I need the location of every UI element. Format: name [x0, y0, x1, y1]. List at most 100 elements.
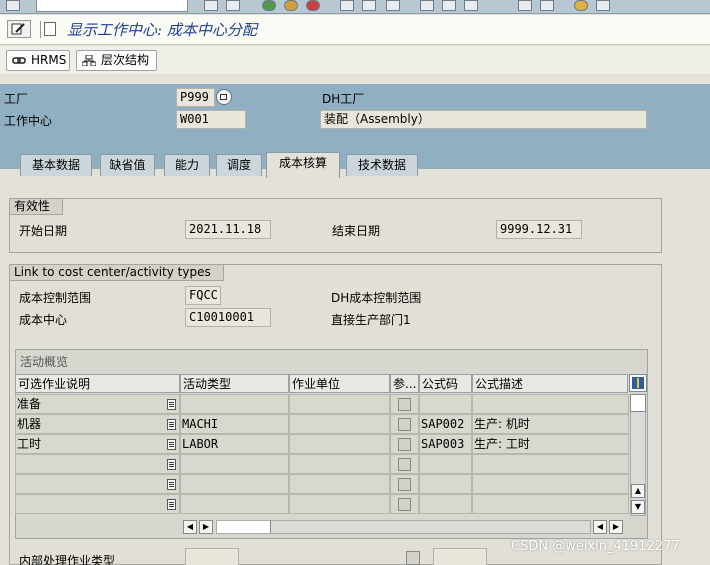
- plant-field[interactable]: P999: [176, 88, 215, 107]
- value-help-icon[interactable]: [167, 479, 176, 490]
- tab-technical-data[interactable]: 技术数据: [346, 154, 418, 176]
- save-icon[interactable]: [204, 0, 218, 11]
- layout-menu-icon[interactable]: [596, 0, 610, 11]
- exit-icon[interactable]: [284, 0, 298, 11]
- workcenter-field[interactable]: W001: [176, 110, 246, 129]
- cost-center-field[interactable]: C10010001: [185, 308, 271, 327]
- table-cell-formula-desc: 生产: 机时: [472, 414, 629, 434]
- tab-scheduling[interactable]: 调度: [216, 154, 262, 176]
- table-cell-activity-type[interactable]: MACHI: [180, 414, 289, 434]
- table-cell-unit[interactable]: [289, 434, 390, 454]
- table-cell-activity-type[interactable]: [180, 394, 289, 414]
- table-cell-unit[interactable]: [289, 474, 390, 494]
- prev-page-icon[interactable]: [420, 0, 434, 11]
- table-cell-activity-type[interactable]: [180, 454, 289, 474]
- start-date-field[interactable]: 2021.11.18: [185, 220, 271, 239]
- table-cell-reference[interactable]: [390, 414, 419, 434]
- column-header-activity-type[interactable]: 活动类型: [180, 374, 289, 393]
- reference-checkbox[interactable]: [398, 498, 411, 511]
- last-page-icon[interactable]: [464, 0, 478, 11]
- table-cell-reference[interactable]: [390, 474, 419, 494]
- table-cell-formula-key[interactable]: [419, 394, 472, 414]
- reference-checkbox[interactable]: [398, 418, 411, 431]
- internal-activity-type-field[interactable]: [185, 548, 239, 565]
- scroll-left-button-right[interactable]: ◀: [593, 520, 607, 534]
- first-page-icon[interactable]: [386, 0, 400, 11]
- table-cell-desc[interactable]: [15, 474, 180, 494]
- table-cell-desc[interactable]: 工时: [15, 434, 180, 454]
- value-help-icon[interactable]: [167, 419, 176, 430]
- cancel-icon[interactable]: [306, 0, 320, 11]
- hrms-button[interactable]: HRMS: [6, 50, 70, 71]
- table-cell-reference[interactable]: [390, 394, 419, 414]
- internal-activity-field-2[interactable]: [433, 548, 487, 565]
- table-settings-icon[interactable]: [629, 374, 647, 392]
- find-icon[interactable]: [340, 0, 354, 11]
- internal-activity-checkbox[interactable]: [406, 551, 420, 565]
- table-cell-activity-type[interactable]: [180, 494, 289, 514]
- print-icon[interactable]: [226, 0, 240, 11]
- table-cell-reference[interactable]: [390, 454, 419, 474]
- value-help-icon[interactable]: [167, 459, 176, 470]
- tab-label: 基本数据: [31, 158, 80, 172]
- new-session-icon[interactable]: [518, 0, 532, 11]
- table-cell-formula-key[interactable]: [419, 494, 472, 514]
- help-icon[interactable]: [574, 0, 588, 11]
- reference-checkbox[interactable]: [398, 398, 411, 411]
- link-icon: [12, 57, 26, 64]
- end-date-field[interactable]: 9999.12.31: [496, 220, 582, 239]
- table-cell-desc[interactable]: [15, 494, 180, 514]
- display-change-button[interactable]: [7, 20, 31, 38]
- table-cell-formula-key[interactable]: SAP002: [419, 414, 472, 434]
- column-header-formula-key[interactable]: 公式码: [419, 374, 472, 393]
- table-cell-activity-type[interactable]: [180, 474, 289, 494]
- column-header-reference[interactable]: 参...: [390, 374, 419, 393]
- find-next-icon[interactable]: [362, 0, 376, 11]
- value-help-icon[interactable]: [167, 499, 176, 510]
- controlling-area-field[interactable]: FQCC: [185, 286, 221, 305]
- table-cell-formula-desc: [472, 454, 629, 474]
- table-cell-desc[interactable]: 准备: [15, 394, 180, 414]
- tab-basic-data[interactable]: 基本数据: [20, 154, 92, 176]
- table-cell-formula-key[interactable]: SAP003: [419, 434, 472, 454]
- table-cell-formula-key[interactable]: [419, 474, 472, 494]
- table-cell-desc[interactable]: 机器: [15, 414, 180, 434]
- tab-capacity[interactable]: 能力: [164, 154, 210, 176]
- enter-icon[interactable]: [6, 0, 20, 11]
- scroll-left-button[interactable]: ◀: [183, 520, 197, 534]
- column-header-unit[interactable]: 作业单位: [289, 374, 390, 393]
- table-cell-unit[interactable]: [289, 494, 390, 514]
- table-cell-unit[interactable]: [289, 414, 390, 434]
- scroll-right-button[interactable]: ▶: [199, 520, 213, 534]
- table-cell-desc[interactable]: [15, 454, 180, 474]
- column-header-formula-desc[interactable]: 公式描述: [472, 374, 628, 393]
- reference-checkbox[interactable]: [398, 458, 411, 471]
- next-page-icon[interactable]: [442, 0, 456, 11]
- table-cell-reference[interactable]: [390, 494, 419, 514]
- plant-search-icon[interactable]: [216, 89, 232, 105]
- table-cell-unit[interactable]: [289, 394, 390, 414]
- column-header-activity-desc[interactable]: 可选作业说明: [15, 374, 180, 393]
- command-field[interactable]: [36, 0, 188, 12]
- back-icon[interactable]: [262, 0, 276, 11]
- horizontal-scrollbar[interactable]: [216, 520, 591, 534]
- value-help-icon[interactable]: [167, 439, 176, 450]
- reference-checkbox[interactable]: [398, 438, 411, 451]
- value-help-icon[interactable]: [167, 399, 176, 410]
- table-cell-unit[interactable]: [289, 454, 390, 474]
- tab-costing[interactable]: 成本核算: [266, 152, 340, 178]
- scroll-thumb-vertical[interactable]: [630, 394, 646, 412]
- title-separator: [40, 21, 42, 38]
- table-cell-reference[interactable]: [390, 434, 419, 454]
- table-cell-activity-type[interactable]: LABOR: [180, 434, 289, 454]
- scroll-thumb-horizontal[interactable]: [217, 521, 271, 533]
- table-cell-formula-key[interactable]: [419, 454, 472, 474]
- scroll-down-button[interactable]: ▼: [631, 500, 645, 514]
- hierarchy-button[interactable]: 层次结构: [76, 50, 157, 71]
- document-icon[interactable]: [44, 22, 56, 36]
- scroll-right-button-right[interactable]: ▶: [609, 520, 623, 534]
- tab-default-values[interactable]: 缺省值: [100, 154, 155, 176]
- scroll-up-button[interactable]: ▲: [631, 484, 645, 498]
- shortcut-icon[interactable]: [540, 0, 554, 11]
- reference-checkbox[interactable]: [398, 478, 411, 491]
